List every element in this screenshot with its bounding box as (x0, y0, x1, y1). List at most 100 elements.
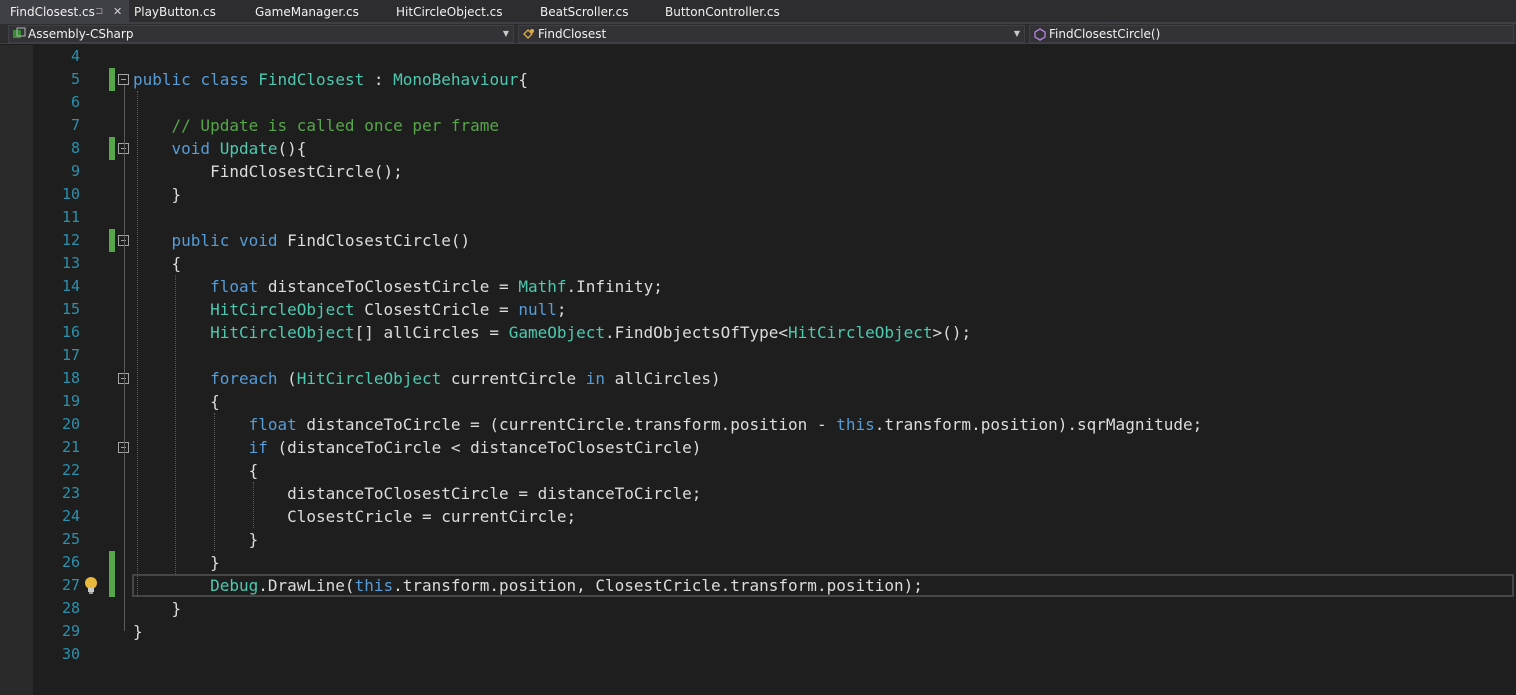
indent-guide (175, 275, 176, 574)
code-line[interactable]: FindClosestCircle(); (133, 160, 403, 183)
line-number: 6 (70, 93, 80, 111)
code-token: { (518, 70, 528, 89)
code-line[interactable]: { (133, 390, 220, 413)
tab-label: HitCircleObject.cs (396, 5, 503, 19)
line-number: 11 (61, 208, 80, 226)
tab-playbutton[interactable]: PlayButton.cs (124, 0, 216, 23)
code-line[interactable]: void Update(){ (133, 137, 307, 160)
code-line[interactable]: { (133, 459, 259, 482)
csharp-project-icon (13, 27, 26, 38)
code-token: { (133, 254, 182, 273)
code-line[interactable]: { (133, 252, 182, 275)
pin-icon[interactable]: ⊐ (95, 0, 103, 24)
code-token: ClosestCricle = (354, 300, 519, 319)
lightbulb-icon[interactable] (83, 574, 99, 597)
line-number: 27 (61, 576, 80, 594)
line-number: 15 (61, 300, 80, 318)
project-dropdown[interactable]: Assembly-CSharp ▼ (8, 25, 514, 43)
code-line[interactable]: } (133, 183, 182, 206)
line-number: 10 (61, 185, 80, 203)
code-line[interactable]: float distanceToClosestCircle = Mathf.In… (133, 275, 663, 298)
code-line[interactable]: public class FindClosest : MonoBehaviour… (133, 68, 528, 91)
code-line[interactable]: foreach (HitCircleObject currentCircle i… (133, 367, 721, 390)
code-token: public (171, 231, 230, 250)
code-token: : (364, 70, 394, 89)
code-token: float (248, 415, 297, 434)
code-token: } (133, 622, 143, 641)
tab-hitcircleobject[interactable]: HitCircleObject.cs (386, 0, 503, 23)
code-token: // Update is called once per frame (171, 116, 500, 135)
code-editor[interactable]: 4 5 public class FindClosest : MonoBehavio… (0, 45, 1516, 695)
code-token: if (248, 438, 268, 457)
code-line[interactable]: } (133, 620, 143, 643)
code-line[interactable]: public void FindClosestCircle() (133, 229, 471, 252)
line-number: 18 (61, 369, 80, 387)
chevron-down-icon: ▼ (1013, 29, 1020, 38)
chevron-down-icon: ▼ (502, 29, 509, 38)
code-token: { (133, 461, 259, 480)
code-line[interactable]: HitCircleObject ClosestCricle = null; (133, 298, 566, 321)
code-token: { (133, 392, 220, 411)
line-number: 29 (61, 622, 80, 640)
line-number: 21 (61, 438, 80, 456)
tab-beatscroller[interactable]: BeatScroller.cs (530, 0, 628, 23)
code-line[interactable]: if (distanceToCircle < distanceToClosest… (133, 436, 702, 459)
code-line[interactable]: float distanceToCircle = (currentCircle.… (133, 413, 1203, 436)
tab-label: GameManager.cs (255, 5, 359, 19)
code-line[interactable]: } (133, 528, 259, 551)
line-number: 4 (70, 47, 80, 65)
code-token: in (585, 369, 606, 388)
code-line[interactable]: distanceToClosestCircle = distanceToCirc… (133, 482, 701, 505)
indent-guide (137, 91, 138, 597)
code-line[interactable]: } (133, 597, 182, 620)
line-number: 9 (70, 162, 80, 180)
line-number: 16 (61, 323, 80, 341)
line-number: 25 (61, 530, 80, 548)
collapse-icon[interactable] (118, 74, 129, 85)
code-line[interactable]: } (133, 551, 220, 574)
line-number: 14 (61, 277, 80, 295)
code-token: .DrawLine( (258, 576, 355, 595)
code-token: } (133, 185, 182, 204)
type-name: FindClosest (538, 27, 607, 41)
member-dropdown[interactable]: FindClosestCircle() (1029, 25, 1514, 43)
code-line[interactable]: Debug.DrawLine(this.transform.position, … (133, 574, 923, 597)
navigation-bar: Assembly-CSharp ▼ FindClosest ▼ FindClos… (0, 24, 1516, 44)
code-token: HitCircleObject (210, 300, 355, 319)
line-number: 22 (61, 461, 80, 479)
code-line[interactable]: // Update is called once per frame (133, 114, 500, 137)
code-token: FindClosestCircle(); (133, 162, 403, 181)
indicator-margin (0, 45, 33, 695)
code-token: foreach (210, 369, 278, 388)
code-token: class (200, 70, 249, 89)
line-number: 5 (70, 70, 80, 88)
code-token: HitCircleObject (210, 323, 355, 342)
close-icon[interactable]: ✕ (113, 0, 122, 24)
change-marker (109, 137, 115, 160)
code-token: distanceToClosestCircle = distanceToCirc… (133, 484, 702, 503)
tab-label: BeatScroller.cs (540, 5, 629, 19)
code-token: FindClosestCircle() (277, 231, 471, 250)
code-token: .FindObjectsOfType< (605, 323, 789, 342)
code-token: .Infinity; (566, 277, 663, 296)
tab-buttoncontroller[interactable]: ButtonController.cs (655, 0, 780, 23)
code-line[interactable]: ClosestCricle = currentCircle; (133, 505, 576, 528)
type-dropdown[interactable]: FindClosest ▼ (518, 25, 1025, 43)
code-line[interactable]: HitCircleObject[] allCircles = GameObjec… (133, 321, 971, 344)
tab-findclosest[interactable]: FindClosest.cs ⊐ ✕ (0, 0, 129, 23)
tab-gamemanager[interactable]: GameManager.cs (245, 0, 359, 23)
line-number: 24 (61, 507, 80, 525)
code-token: currentCircle (441, 369, 586, 388)
line-number: 13 (61, 254, 80, 272)
class-icon (523, 29, 534, 39)
